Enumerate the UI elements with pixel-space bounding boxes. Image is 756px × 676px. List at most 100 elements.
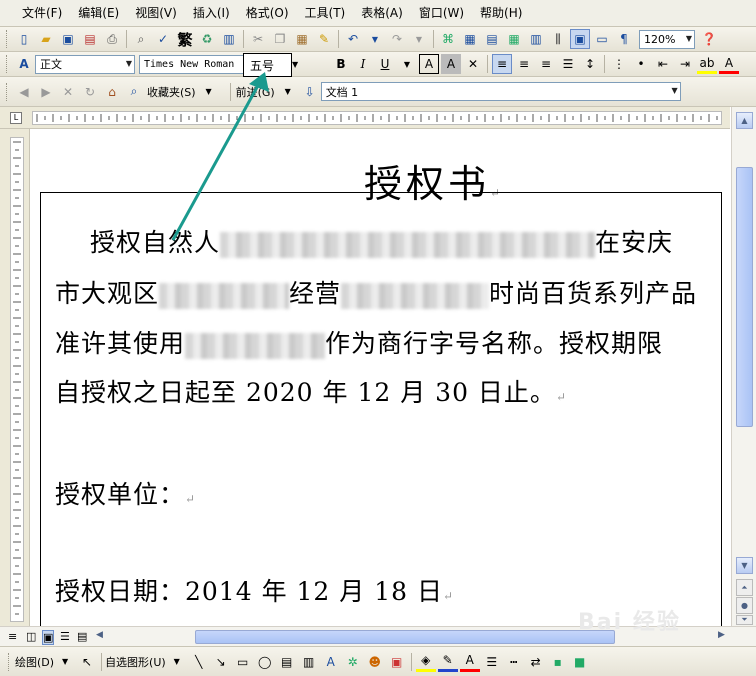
draw-font-color-icon[interactable]: A xyxy=(459,652,480,672)
document-map-icon[interactable]: ▣ xyxy=(570,29,590,49)
permission-icon[interactable]: ▤ xyxy=(80,29,100,49)
forward-icon[interactable]: ▶ xyxy=(36,82,56,102)
insert-table-icon[interactable]: ▤ xyxy=(482,29,502,49)
copy-icon[interactable]: ❐ xyxy=(270,29,290,49)
bold-icon[interactable]: B xyxy=(331,54,351,74)
menu-insert[interactable]: 插入(I) xyxy=(185,0,238,27)
redo-icon[interactable]: ↷ xyxy=(387,29,407,49)
stop-icon[interactable]: ✕ xyxy=(58,82,78,102)
scroll-down-icon[interactable]: ▼ xyxy=(736,557,753,574)
document-page[interactable]: 授权书↵ 授权自然人 在安庆 市大观区 经营 时尚百货系列产品 准许其使用 作为商行字号… xyxy=(30,129,730,626)
menu-format[interactable]: 格式(O) xyxy=(238,0,297,27)
address-field[interactable]: 文档 1 ▼ xyxy=(320,82,681,101)
menu-window[interactable]: 窗口(W) xyxy=(411,0,472,27)
underline-icon[interactable]: U xyxy=(375,54,395,74)
clipart-icon[interactable]: ☻ xyxy=(365,652,385,672)
help-icon[interactable]: ❓ xyxy=(699,29,719,49)
arrow-icon[interactable]: ↘ xyxy=(211,652,231,672)
italic-icon[interactable]: I xyxy=(353,54,373,74)
show-hide-icon[interactable]: ▭ xyxy=(592,29,612,49)
paste-icon[interactable]: ▦ xyxy=(292,29,312,49)
align-center-icon[interactable]: ≡ xyxy=(514,54,534,74)
previous-page-icon[interactable]: ⏶ xyxy=(736,579,753,596)
traditional-chinese-icon[interactable]: 繁 xyxy=(175,29,195,49)
menu-table[interactable]: 表格(A) xyxy=(353,0,411,27)
menu-tools[interactable]: 工具(T) xyxy=(297,0,354,27)
chevron-down-icon[interactable]: ▼ xyxy=(292,60,298,69)
tab-selector-icon[interactable]: L xyxy=(10,112,22,124)
format-painter-icon[interactable]: ✎ xyxy=(314,29,334,49)
styles-pane-icon[interactable]: A xyxy=(14,54,34,74)
read-icon[interactable]: ¶ xyxy=(614,29,634,49)
undo-icon[interactable]: ↶ xyxy=(343,29,363,49)
fill-color-icon[interactable]: ◈ xyxy=(415,652,436,672)
undo-dropdown-icon[interactable]: ▼ xyxy=(365,29,385,49)
vertical-scrollbar[interactable]: ▲ ▼ ⏶ ● ⏷ xyxy=(731,107,756,626)
numbering-icon[interactable]: ⋮ xyxy=(609,54,629,74)
print-preview-icon[interactable]: ⌕ xyxy=(131,29,151,49)
font-color-icon[interactable]: A xyxy=(719,54,739,74)
scroll-right-icon[interactable]: ▶ xyxy=(718,630,725,640)
search-web-icon[interactable]: ⌕ xyxy=(124,82,144,102)
chevron-down-icon[interactable]: ▼ xyxy=(167,652,187,672)
toolbar-grip[interactable] xyxy=(6,55,9,73)
thesaurus-icon[interactable]: ▥ xyxy=(219,29,239,49)
textbox-icon[interactable]: ▤ xyxy=(277,652,297,672)
scroll-up-icon[interactable]: ▲ xyxy=(736,112,753,129)
draw-menu[interactable]: 绘图(D) xyxy=(15,654,54,670)
web-view-icon[interactable]: ◫ xyxy=(26,630,36,643)
oval-icon[interactable]: ◯ xyxy=(255,652,275,672)
research-icon[interactable]: ♻ xyxy=(197,29,217,49)
toolbar-grip[interactable] xyxy=(6,30,9,48)
chevron-down-icon[interactable]: ▼ xyxy=(278,82,298,102)
tables-borders-icon[interactable]: ▦ xyxy=(460,29,480,49)
dash-style-icon[interactable]: ┅ xyxy=(504,652,524,672)
shadow-style-icon[interactable]: ▪ xyxy=(548,652,568,672)
print-icon[interactable]: ⎙ xyxy=(102,29,122,49)
insert-excel-icon[interactable]: ▦ xyxy=(504,29,524,49)
decrease-indent-icon[interactable]: ⇤ xyxy=(653,54,673,74)
line-color-icon[interactable]: ✎ xyxy=(437,652,458,672)
zoom-select[interactable]: 120% ▼ xyxy=(639,29,695,49)
character-shading-icon[interactable]: A xyxy=(441,54,461,74)
3d-style-icon[interactable]: ■ xyxy=(570,652,590,672)
refresh-icon[interactable]: ↻ xyxy=(80,82,100,102)
back-icon[interactable]: ◀ xyxy=(14,82,34,102)
increase-indent-icon[interactable]: ⇥ xyxy=(675,54,695,74)
arrow-style-icon[interactable]: ⇄ xyxy=(526,652,546,672)
redo-dropdown-icon[interactable]: ▼ xyxy=(409,29,429,49)
reading-view-icon[interactable]: ▤ xyxy=(77,630,87,643)
rectangle-icon[interactable]: ▭ xyxy=(233,652,253,672)
vertical-ruler[interactable] xyxy=(0,129,30,626)
character-scaling-icon[interactable]: ✕ xyxy=(463,54,483,74)
drawing-icon[interactable]: ⫼ xyxy=(548,29,568,49)
line-spacing-icon[interactable]: ↕ xyxy=(580,54,600,74)
print-layout-icon[interactable]: ▣ xyxy=(42,630,55,645)
line-icon[interactable]: ╲ xyxy=(189,652,209,672)
next-page-icon[interactable]: ⏷ xyxy=(736,615,753,625)
wordart-icon[interactable]: A xyxy=(321,652,341,672)
home-icon[interactable]: ⌂ xyxy=(102,82,122,102)
align-justify-icon[interactable]: ≡ xyxy=(492,54,512,74)
show-web-toolbar-icon[interactable]: ⇩ xyxy=(300,82,320,102)
diagram-icon[interactable]: ✲ xyxy=(343,652,363,672)
underline-dropdown-icon[interactable]: ▼ xyxy=(397,54,417,74)
columns-icon[interactable]: ▥ xyxy=(526,29,546,49)
scroll-thumb[interactable] xyxy=(736,167,753,427)
open-icon[interactable]: ▰ xyxy=(36,29,56,49)
vertical-textbox-icon[interactable]: ▥ xyxy=(299,652,319,672)
toolbar-grip[interactable] xyxy=(8,652,11,671)
horizontal-ruler[interactable]: L xyxy=(0,107,730,129)
line-style-icon[interactable]: ☰ xyxy=(482,652,502,672)
picture-icon[interactable]: ▣ xyxy=(387,652,407,672)
toolbar-grip[interactable] xyxy=(6,82,9,101)
menu-view[interactable]: 视图(V) xyxy=(127,0,185,27)
chevron-down-icon[interactable]: ▼ xyxy=(55,652,75,672)
hyperlink-icon[interactable]: ⌘ xyxy=(438,29,458,49)
new-icon[interactable]: ▯ xyxy=(14,29,34,49)
distributed-icon[interactable]: ☰ xyxy=(558,54,578,74)
menu-edit[interactable]: 编辑(E) xyxy=(70,0,127,27)
select-browse-object-icon[interactable]: ● xyxy=(736,597,753,614)
align-right-icon[interactable]: ≡ xyxy=(536,54,556,74)
scroll-left-icon[interactable]: ◀ xyxy=(96,630,103,640)
